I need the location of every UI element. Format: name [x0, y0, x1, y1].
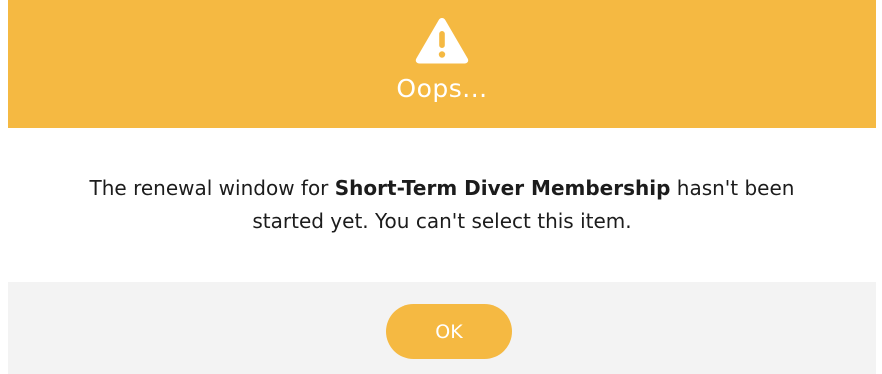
alert-dialog: Oops... The renewal window for Short-Ter… [0, 0, 882, 374]
message-suffix: hasn't been [670, 176, 795, 200]
warning-triangle-icon [415, 18, 469, 64]
dialog-message: The renewal window for Short-Term Diver … [8, 172, 876, 238]
message-line-1: The renewal window for Short-Term Diver … [8, 172, 876, 205]
dialog-footer: OK [8, 282, 876, 374]
dialog-title: Oops... [396, 74, 488, 103]
message-line-2: started yet. You can't select this item. [252, 209, 632, 233]
message-prefix: The renewal window for [89, 176, 335, 200]
ok-button[interactable]: OK [386, 304, 512, 359]
dialog-header: Oops... [8, 0, 876, 128]
membership-name: Short-Term Diver Membership [334, 176, 671, 200]
